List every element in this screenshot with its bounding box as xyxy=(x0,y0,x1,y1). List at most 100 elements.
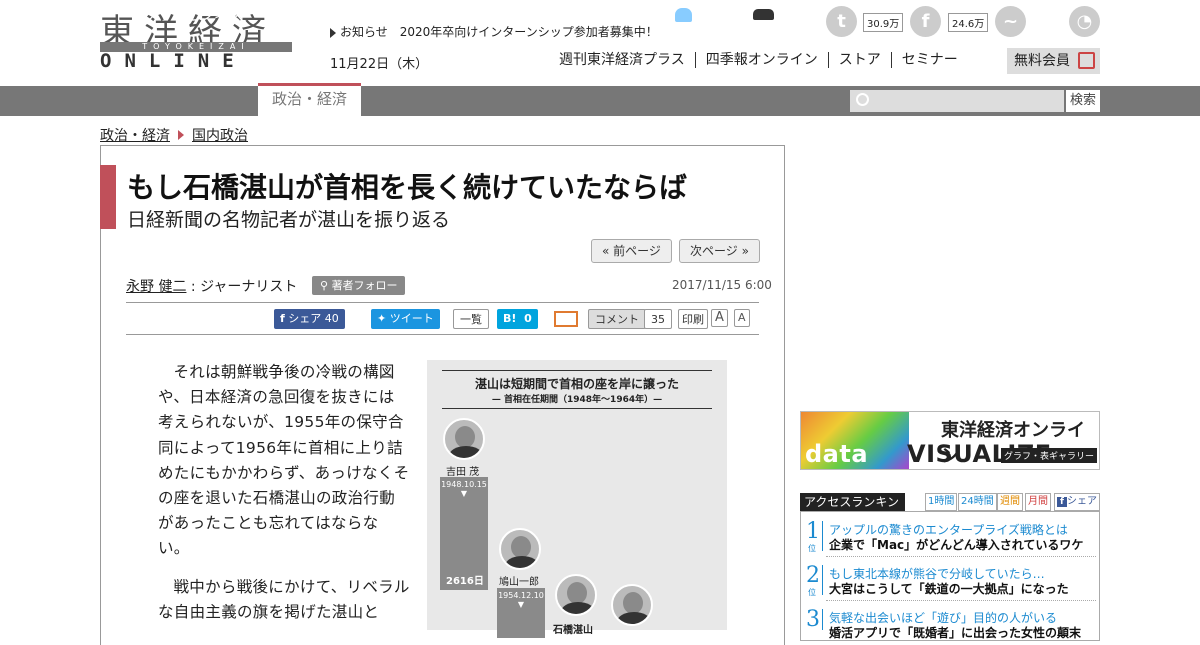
next-page-button[interactable]: 次ページ » xyxy=(679,239,760,263)
ranking-tab-24h[interactable]: 24時間 xyxy=(958,493,997,511)
messenger-icon[interactable]: ~ xyxy=(995,6,1026,37)
hatena-label: B! xyxy=(503,312,517,325)
search-icon xyxy=(856,93,869,106)
article-body: それは朝鮮戦争後の冷戦の構図や、日本経済の急回復を抜きには考えられないが、195… xyxy=(158,360,410,638)
nav-car-label: 自動車 xyxy=(778,6,824,24)
author-name[interactable]: 永野 健二 xyxy=(126,279,186,295)
hatena-bookmark-button[interactable]: B! 0 xyxy=(497,309,538,329)
tenure-start: 1954.12.10 xyxy=(498,591,544,600)
tweet-label: ツイート xyxy=(389,312,434,325)
publish-date: 2017/11/15 6:00 xyxy=(672,278,772,292)
article-title: もし石橋湛山が首相を長く続けていたならば xyxy=(127,171,688,204)
nav-market[interactable]: マーケット xyxy=(373,0,448,30)
paragraph: それは朝鮮戦争後の冷戦の構図や、日本経済の急回復を抜きには考えられないが、195… xyxy=(158,363,410,558)
car-icon xyxy=(753,9,774,20)
rank-accent-line xyxy=(822,609,823,630)
rank-number: 2 xyxy=(806,563,820,588)
divider xyxy=(126,334,759,335)
nav-business[interactable]: ビジネス xyxy=(184,0,244,30)
person-icon: ⚲ xyxy=(320,279,329,292)
twitter-icon[interactable]: t xyxy=(826,6,857,37)
portrait-hatoyama xyxy=(499,528,541,570)
rank-accent-line xyxy=(822,565,823,595)
fb-share-label: シェア xyxy=(288,312,322,325)
infographic-subtitle: — 首相在任期間（1948年〜1964年）— xyxy=(491,395,663,405)
rank-number: 1 xyxy=(806,519,820,544)
infographic[interactable]: 湛山は短期間で首相の座を岸に譲った — 首相在任期間（1948年〜1964年）—… xyxy=(427,360,727,638)
train-icon xyxy=(675,8,692,22)
crumb-domestic-politics[interactable]: 国内政治 xyxy=(192,128,248,144)
font-small-button[interactable]: A xyxy=(734,309,750,327)
facebook-count: 24.6万 xyxy=(948,13,989,32)
follow-author-button[interactable]: ⚲ 著者フォロー xyxy=(312,276,405,295)
banner-brand-a: data xyxy=(805,440,869,468)
link-weekly-plus[interactable]: 週刊東洋経済プラス xyxy=(559,52,696,68)
comment-count: 35 xyxy=(644,309,672,329)
rank-headline: 婚活アプリで「既婚者」に出会った女性の顛末 xyxy=(829,626,1082,640)
link-store[interactable]: ストア xyxy=(829,52,892,68)
nav-politics-economy[interactable]: 政治・経済 xyxy=(258,83,362,116)
link-seminar[interactable]: セミナー xyxy=(892,52,968,68)
ranking-tab-1h[interactable]: 1時間 xyxy=(925,493,958,511)
link-shikiho[interactable]: 四季報オンライン xyxy=(696,52,829,68)
nav-life[interactable]: ライフ xyxy=(603,0,648,30)
rss-icon[interactable]: ◔ xyxy=(1069,6,1100,37)
divider xyxy=(826,600,1096,601)
crumb-politics-economy[interactable]: 政治・経済 xyxy=(100,128,170,144)
member-label: 無料会員 xyxy=(1014,53,1070,69)
author-role: : ジャーナリスト xyxy=(186,279,298,295)
banner-tag: グラフ・表ギャラリー xyxy=(1001,448,1098,463)
rank-headline: 大宮はこうして「鉄道の一大拠点」になった xyxy=(829,582,1069,596)
divider xyxy=(826,556,1096,557)
person-name: 鳩山一郎 xyxy=(499,577,539,588)
nav-top[interactable]: トップ xyxy=(113,0,158,30)
paragraph: 戦中から戦後にかけて、リベラルな自由主義の旗を掲げた湛山と xyxy=(158,577,410,621)
tenure-start: 1948.10.15 xyxy=(441,480,487,489)
down-arrow-icon: ▼ xyxy=(517,600,525,609)
nav-railway[interactable]: 鉄道 xyxy=(675,0,727,30)
nav-car[interactable]: 自動車 xyxy=(753,0,824,30)
portrait-kishi xyxy=(611,584,653,626)
hatena-count: 0 xyxy=(524,312,532,325)
search-button[interactable]: 検索 xyxy=(1066,90,1100,112)
facebook-share-button[interactable]: f シェア 40 xyxy=(274,309,345,329)
facebook-icon: f xyxy=(280,312,285,325)
rank-position-label: 位 xyxy=(808,588,816,597)
comment-button[interactable]: コメント xyxy=(588,309,646,329)
author-line: 永野 健二 : ジャーナリスト xyxy=(126,276,297,296)
triangle-icon xyxy=(330,27,336,38)
prev-page-button[interactable]: « 前ページ xyxy=(591,239,672,263)
nav-career[interactable]: キャリア・教育 xyxy=(473,0,578,30)
free-member-button[interactable]: 無料会員 xyxy=(1007,48,1100,74)
gift-icon xyxy=(1078,52,1095,69)
mail-icon[interactable] xyxy=(554,311,578,327)
divider xyxy=(126,302,759,303)
article-subtitle: 日経新聞の名物記者が湛山を振り返る xyxy=(127,209,451,231)
ranking-tab-share[interactable]: f シェア xyxy=(1054,493,1100,511)
print-button[interactable]: 印刷 xyxy=(678,309,708,329)
tenure-days: 2616日 xyxy=(446,576,484,587)
search-input[interactable] xyxy=(850,90,1064,112)
facebook-icon[interactable]: f xyxy=(910,6,941,37)
person-name: 石橋湛山 xyxy=(553,625,593,636)
infographic-title: 湛山は短期間で首相の座を岸に譲った xyxy=(474,377,679,391)
portrait-ishibashi xyxy=(555,574,597,616)
tenure-bar-hatoyama: 1954.12.10 ▼ xyxy=(497,588,545,638)
rank-headline: 企業で「Mac」がどんどん導入されているワケ xyxy=(829,538,1084,552)
twitter-icon: ✦ xyxy=(377,312,387,325)
divider xyxy=(442,408,712,409)
current-date: 11月22日（木） xyxy=(330,57,429,72)
tweet-list-link[interactable]: 一覧 xyxy=(453,309,489,329)
tweet-button[interactable]: ✦ ツイート xyxy=(371,309,440,329)
logo-online[interactable]: ONLINE xyxy=(100,50,247,72)
ranking-tab-monthly[interactable]: 月間 xyxy=(1025,493,1051,511)
top-links: 週刊東洋経済プラス 四季報オンライン ストア セミナー xyxy=(559,52,968,68)
ranking-tab-weekly[interactable]: 週間 xyxy=(997,493,1023,511)
rank-position-label: 位 xyxy=(808,544,816,553)
ranking-title: アクセスランキング xyxy=(800,493,905,528)
person-name: 吉田 茂 xyxy=(446,467,480,478)
fb-share-count: 40 xyxy=(324,312,339,325)
data-visualize-banner[interactable]: 東洋経済オンライン data VISUALIZE グラフ・表ギャラリー xyxy=(800,411,1100,470)
ranking-tab-share-label: シェア xyxy=(1067,496,1097,507)
font-large-button[interactable]: A xyxy=(711,309,728,327)
